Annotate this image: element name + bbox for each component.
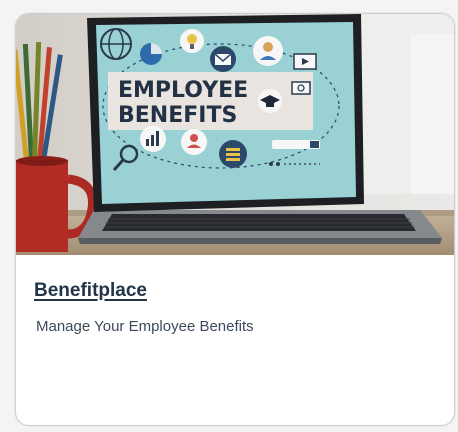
app-tile-card[interactable]: EMPLOYEE BENEFITS Benefitplace Manage Yo… [15,13,455,426]
tile-subtitle: Manage Your Employee Benefits [36,318,254,335]
tile-header-image: EMPLOYEE BENEFITS [16,14,454,255]
tile-title-link[interactable]: Benefitplace [34,280,147,302]
